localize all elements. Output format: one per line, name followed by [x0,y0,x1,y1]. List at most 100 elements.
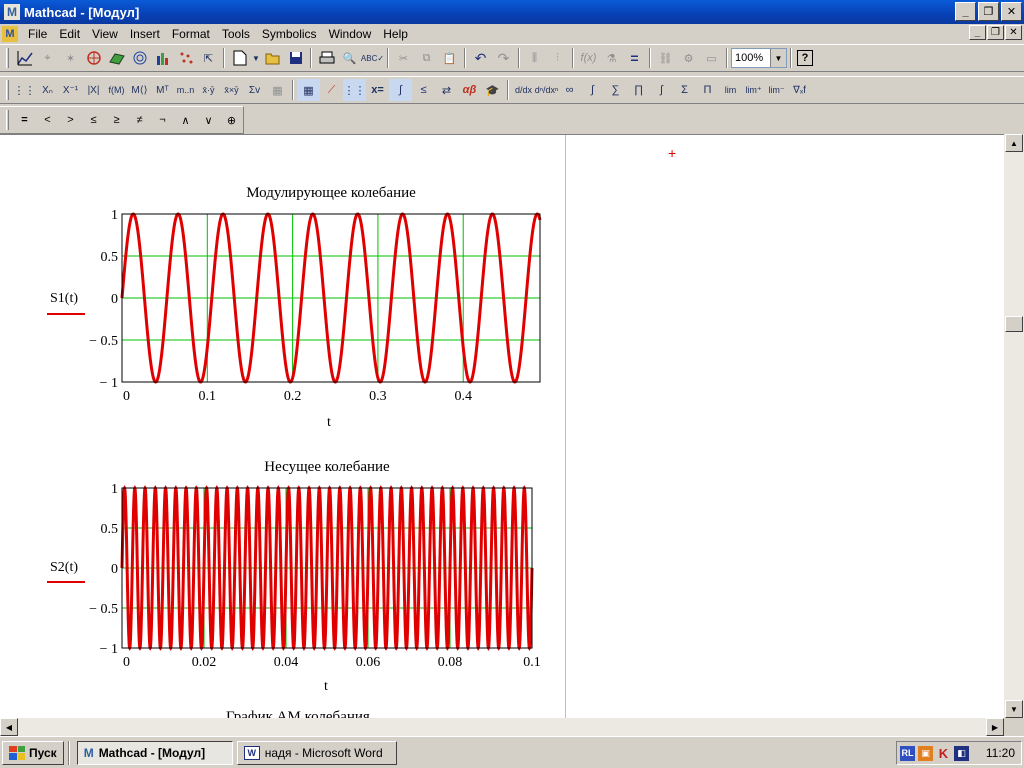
limit-icon[interactable]: lim [719,79,742,101]
menu-format[interactable]: Format [166,27,216,41]
product-icon[interactable]: ∏ [627,79,650,101]
align-across-icon[interactable]: ⫼ [523,47,546,69]
trace-graph-icon[interactable]: ✶ [59,47,82,69]
insert-hyperlink-icon[interactable]: ⛓ [654,47,677,69]
transpose-icon[interactable]: Mᵀ [151,79,174,101]
dot-product-icon[interactable]: x̄·ȳ [197,79,220,101]
subscript-icon[interactable]: Xₙ [36,79,59,101]
greek-toolbar-icon[interactable]: αβ [458,79,481,101]
symbolic-toolbar-icon[interactable]: 🎓 [481,79,504,101]
undo-icon[interactable]: ↶ [469,47,492,69]
chevron-down-icon[interactable]: ▼ [770,49,786,67]
plot1-x-label[interactable]: t [327,415,331,431]
derivative-icon[interactable]: d/dx [512,79,535,101]
menu-edit[interactable]: Edit [53,27,86,41]
menu-file[interactable]: File [22,27,53,41]
doc-restore-button[interactable]: ❐ [987,25,1004,40]
bool-or-button[interactable]: ∨ [197,109,220,131]
print-icon[interactable] [315,47,338,69]
bool-less-button[interactable]: < [36,109,59,131]
scroll-left-icon[interactable]: ◀ [0,718,18,736]
plot1-y-label[interactable]: S1(t) [50,291,78,307]
matrix-icon[interactable]: ⋮⋮ [13,79,36,101]
bool-not-button[interactable]: ¬ [151,109,174,131]
bar-plot-icon[interactable] [151,47,174,69]
bool-greater-equal-button[interactable]: ≥ [105,109,128,131]
doc-minimize-button[interactable]: _ [969,25,986,40]
align-down-icon[interactable]: ⫶ [546,47,569,69]
calculate-icon[interactable]: = [623,47,646,69]
start-button[interactable]: Пуск [2,740,64,765]
component-wizard-icon[interactable]: ⚙ [677,47,700,69]
worksheet[interactable]: + Модулирующее колебание S1(t) t 0 0.1 0.2… [0,134,1004,718]
run-script-icon[interactable]: ▭ [700,47,723,69]
polar-plot-icon[interactable] [82,47,105,69]
summation-icon[interactable]: ∑ [604,79,627,101]
bool-and-button[interactable]: ∧ [174,109,197,131]
vertical-scrollbar[interactable]: ▲ ▼ [1004,134,1024,718]
bool-less-equal-button[interactable]: ≤ [82,109,105,131]
nth-derivative-icon[interactable]: dⁿ/dxⁿ [535,79,559,101]
plot1-graph[interactable]: 0 0.1 0.2 0.3 0.4 1 0.5 0 − 0.5 − 1 [80,205,550,415]
gradient-icon[interactable]: ∇ₓf [788,79,811,101]
menu-symbolics[interactable]: Symbolics [256,27,323,41]
calculus-toolbar-icon[interactable]: ∫ [389,79,412,101]
bool-not-equal-button[interactable]: ≠ [128,109,151,131]
task-word[interactable]: W надя - Microsoft Word [236,740,397,765]
determinant-icon[interactable]: |X| [82,79,105,101]
copy-icon[interactable]: ⧉ [415,47,438,69]
menu-help[interactable]: Help [377,27,414,41]
language-indicator[interactable]: RL [900,745,915,761]
range-product-icon[interactable]: Π [696,79,719,101]
boolean-toolbar-icon[interactable]: ≤ [412,79,435,101]
evaluation-toolbar-icon[interactable]: x= [366,79,389,101]
range-variable-icon[interactable]: m..n [174,79,197,101]
bool-equal-button[interactable]: = [13,109,36,131]
bool-greater-button[interactable]: > [59,109,82,131]
cross-product-icon[interactable]: x̄×ȳ [220,79,243,101]
kaspersky-icon[interactable]: K [936,746,951,761]
zoom-select[interactable]: 100% ▼ [731,48,787,68]
graph-xy-icon[interactable] [13,47,36,69]
restore-button[interactable]: ❐ [978,2,999,21]
task-mathcad[interactable]: M Mathcad - [Модул] [76,740,233,765]
menu-tools[interactable]: Tools [216,27,256,41]
programming-toolbar-icon[interactable]: ⇄ [435,79,458,101]
scroll-down-icon[interactable]: ▼ [1005,700,1023,718]
doc-close-button[interactable]: ✕ [1005,25,1022,40]
scatter-plot-icon[interactable] [174,47,197,69]
scroll-right-icon[interactable]: ▶ [986,718,1004,736]
infinity-icon[interactable]: ∞ [558,79,581,101]
cut-icon[interactable]: ✂ [392,47,415,69]
spell-check-icon[interactable]: ABC✓ [361,47,384,69]
tray-app-icon[interactable]: ▣ [918,745,933,761]
zoom-graph-icon[interactable]: ⌖ [36,47,59,69]
open-folder-icon[interactable] [261,47,284,69]
paste-icon[interactable]: 📋 [438,47,461,69]
vertical-scroll-thumb[interactable] [1005,316,1023,332]
insert-unit-icon[interactable]: ⚗ [600,47,623,69]
range-sum-icon[interactable]: Σ [673,79,696,101]
save-icon[interactable] [284,47,307,69]
calculator-toolbar-icon[interactable]: ▦ [297,79,320,101]
close-button[interactable]: ✕ [1001,2,1022,21]
indefinite-integral-icon[interactable]: ∫ [650,79,673,101]
plot2-y-label[interactable]: S2(t) [50,560,78,576]
minimize-button[interactable]: _ [955,2,976,21]
definite-integral-icon[interactable]: ∫ [581,79,604,101]
inverse-icon[interactable]: X⁻¹ [59,79,82,101]
insert-function-icon[interactable]: f(x) [577,47,600,69]
redo-icon[interactable]: ↷ [492,47,515,69]
document-icon[interactable]: M [2,26,18,42]
chevron-down-icon[interactable]: ▼ [251,47,261,69]
help-icon[interactable]: ? [797,50,813,66]
plot2-graph[interactable]: 0 0.02 0.04 0.06 0.08 0.1 1 0.5 0 − 0.5 − 1 [80,478,550,688]
vector-field-icon[interactable]: ⇱ [197,47,220,69]
print-preview-icon[interactable]: 🔍 [338,47,361,69]
right-limit-icon[interactable]: lim⁺ [742,79,765,101]
contour-plot-icon[interactable] [128,47,151,69]
menu-insert[interactable]: Insert [124,27,166,41]
picture-icon[interactable]: ▦ [266,79,289,101]
graph-toolbar-icon[interactable]: ⟋ [320,79,343,101]
vector-sum-icon[interactable]: Σv [243,79,266,101]
